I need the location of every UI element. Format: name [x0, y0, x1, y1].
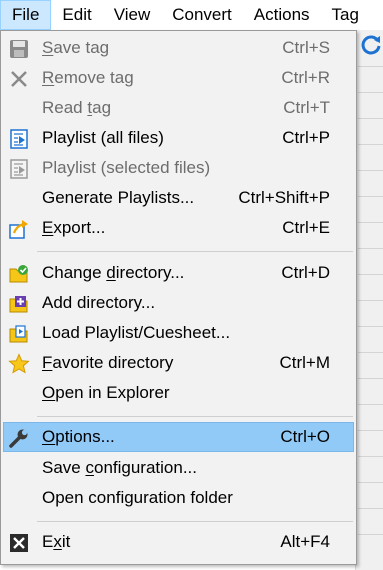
list-row-line: [358, 274, 383, 275]
menu-item-label: Save configuration...: [42, 458, 197, 477]
menu-tag[interactable]: Tag: [321, 0, 370, 30]
list-row-line: [358, 118, 383, 119]
save-icon: [10, 40, 28, 58]
menu-item-open-configuration-folder[interactable]: Open configuration folder: [3, 483, 354, 513]
menu-item-shortcut: Ctrl+T: [283, 98, 330, 117]
menu-edit[interactable]: Edit: [51, 0, 102, 30]
menu-item-read-tag[interactable]: Read tag Ctrl+T: [3, 93, 354, 123]
menu-item-generate-playlists[interactable]: Generate Playlists... Ctrl+Shift+P: [3, 183, 354, 213]
list-row-line: [358, 352, 383, 353]
playlist-icon: [10, 129, 28, 149]
menu-item-label: Open configuration folder: [42, 488, 233, 507]
menu-item-label: Read tag: [42, 98, 112, 117]
list-row-line: [358, 508, 383, 509]
menu-item-label: Remove tag: [42, 68, 134, 87]
remove-icon: [11, 71, 27, 87]
menu-item-shortcut: Ctrl+P: [282, 128, 330, 147]
menu-item-label: Load Playlist/Cuesheet...: [42, 323, 231, 342]
menu-item-playlist-all[interactable]: Playlist (all files) Ctrl+P: [3, 123, 354, 153]
menu-item-label: Options...: [42, 427, 115, 446]
menu-item-add-directory[interactable]: Add directory...: [3, 288, 354, 318]
menu-item-shortcut: Ctrl+D: [281, 263, 330, 282]
list-row-line: [358, 144, 383, 145]
menu-separator: [37, 521, 353, 522]
menu-item-save-configuration[interactable]: Save configuration...: [3, 453, 354, 483]
menu-item-label: Generate Playlists...: [42, 188, 195, 207]
menu-item-playlist-selected[interactable]: Playlist (selected files): [3, 153, 354, 183]
list-row-line: [358, 482, 383, 483]
list-row-line: [358, 300, 383, 301]
refresh-icon[interactable]: [360, 33, 382, 55]
menu-item-shortcut: Ctrl+Shift+P: [238, 188, 330, 207]
menu-separator: [37, 416, 353, 417]
menu-bar: File Edit View Convert Actions Tag: [0, 0, 383, 30]
star-icon: [8, 353, 30, 374]
exit-icon: [10, 534, 28, 552]
menu-item-label: Change directory...: [42, 263, 185, 282]
menu-item-shortcut: Ctrl+E: [282, 218, 330, 237]
list-row-line: [358, 534, 383, 535]
menu-item-label: Exit: [42, 532, 71, 551]
playlist-selected-icon: [10, 159, 28, 179]
menu-item-label: Save tag: [42, 38, 110, 57]
list-row-line: [358, 248, 383, 249]
list-row-line: [358, 170, 383, 171]
file-menu-dropdown: Save tag Ctrl+S Remove tag Ctrl+R Read t…: [0, 30, 357, 565]
export-icon: [9, 220, 28, 239]
menu-item-shortcut: Alt+F4: [280, 532, 330, 551]
menu-item-label: Favorite directory: [42, 353, 174, 372]
menu-separator: [37, 251, 353, 252]
menu-item-label: Playlist (all files): [42, 128, 164, 147]
menu-item-favorite-directory[interactable]: Favorite directory Ctrl+M: [3, 348, 354, 378]
menu-item-save-tag[interactable]: Save tag Ctrl+S: [3, 33, 354, 63]
list-row-line: [358, 196, 383, 197]
menu-item-open-in-explorer[interactable]: Open in Explorer: [3, 378, 354, 408]
menu-item-change-directory[interactable]: Change directory... Ctrl+D: [3, 258, 354, 288]
list-row-line: [358, 430, 383, 431]
list-row-line: [358, 404, 383, 405]
list-row-line: [358, 92, 383, 93]
menu-item-shortcut: Ctrl+R: [281, 68, 330, 87]
list-row-line: [358, 378, 383, 379]
menu-item-remove-tag[interactable]: Remove tag Ctrl+R: [3, 63, 354, 93]
menu-item-shortcut: Ctrl+O: [280, 427, 330, 446]
menu-file[interactable]: File: [0, 0, 52, 30]
change-directory-icon: [9, 265, 28, 283]
wrench-icon: [9, 429, 28, 448]
menu-item-label: Add directory...: [42, 293, 156, 312]
list-row-line: [358, 326, 383, 327]
menu-item-export[interactable]: Export... Ctrl+E: [3, 213, 354, 243]
load-playlist-icon: [9, 325, 28, 343]
list-row-line: [358, 222, 383, 223]
menu-item-shortcut: Ctrl+S: [282, 38, 330, 57]
menu-convert[interactable]: Convert: [161, 0, 243, 30]
menu-actions[interactable]: Actions: [243, 0, 321, 30]
list-row-line: [358, 456, 383, 457]
menu-view[interactable]: View: [103, 0, 162, 30]
list-row-line: [358, 66, 383, 67]
menu-item-label: Playlist (selected files): [42, 158, 211, 177]
menu-item-options[interactable]: Options... Ctrl+O: [3, 422, 354, 452]
add-directory-icon: [9, 296, 28, 313]
menu-item-exit[interactable]: Exit Alt+F4: [3, 527, 354, 557]
menu-item-shortcut: Ctrl+M: [279, 353, 330, 372]
menu-item-load-playlist[interactable]: Load Playlist/Cuesheet...: [3, 318, 354, 348]
menu-item-label: Export...: [42, 218, 106, 237]
menu-item-label: Open in Explorer: [42, 383, 170, 402]
